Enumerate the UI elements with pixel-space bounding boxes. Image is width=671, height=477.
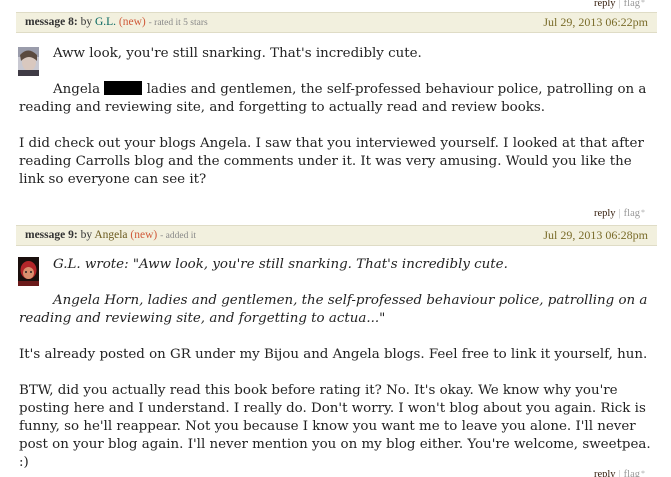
message-paragraph: It's already posted on GR under my Bijou… [19, 347, 648, 362]
reply-link[interactable]: reply [594, 469, 616, 477]
message-9-header: message 9: by Angela (new) - added it Ju… [16, 225, 657, 246]
message-number[interactable]: message 9: [25, 229, 78, 241]
quoted-text: G.L. wrote: "Aww look, you're still snar… [53, 257, 508, 272]
message-9-actions: reply | flag* [594, 469, 645, 477]
message-paragraph: I did check out your blogs Angela. I saw… [19, 136, 644, 187]
rating-note: - rated it 5 stars [148, 18, 208, 28]
message-9-meta: message 9: by Angela (new) - added it [25, 226, 196, 246]
redaction-block [104, 81, 143, 95]
author-link[interactable]: G.L. [95, 16, 116, 28]
separator: | [618, 208, 621, 219]
message-date[interactable]: Jul 29, 2013 06:22pm [543, 13, 648, 32]
flag-caret-icon: * [641, 469, 645, 477]
flag-caret-icon: * [641, 0, 645, 7]
reply-link[interactable]: reply [594, 208, 616, 219]
by-label: by [80, 229, 93, 241]
message-9-body: G.L. wrote: "Aww look, you're still snar… [19, 256, 651, 472]
message-paragraph: BTW, did you actually read this book bef… [19, 383, 651, 470]
shelf-note: - added it [160, 231, 197, 241]
reply-link[interactable]: reply [594, 0, 616, 9]
separator: | [618, 469, 621, 477]
flag-link[interactable]: flag [624, 208, 640, 219]
message-date[interactable]: Jul 29, 2013 06:28pm [543, 226, 648, 245]
flag-caret-icon: * [641, 208, 645, 217]
message-8-meta: message 8: by G.L. (new) - rated it 5 st… [25, 13, 208, 33]
author-link[interactable]: Angela [94, 229, 127, 241]
new-badge: (new) [118, 16, 146, 28]
flag-link[interactable]: flag [624, 469, 640, 477]
separator: | [618, 0, 621, 9]
text-fragment: Angela [53, 82, 101, 97]
flag-link[interactable]: flag [624, 0, 640, 9]
new-badge: (new) [130, 229, 158, 241]
message-8-actions: reply | flag* [594, 208, 645, 219]
message-8-body: Aww look, you're still snarking. That's … [19, 45, 651, 189]
quoted-text: Angela Horn, ladies and gentlemen, the s… [19, 293, 648, 326]
message-paragraph: Aww look, you're still snarking. That's … [53, 46, 422, 61]
message-8-header: message 8: by G.L. (new) - rated it 5 st… [16, 12, 657, 33]
message-number[interactable]: message 8: [25, 16, 78, 28]
by-label: by [80, 16, 93, 28]
message-7-actions: reply | flag* [594, 0, 645, 9]
message-paragraph: Angela ladies and gentlemen, the self-pr… [19, 81, 651, 117]
